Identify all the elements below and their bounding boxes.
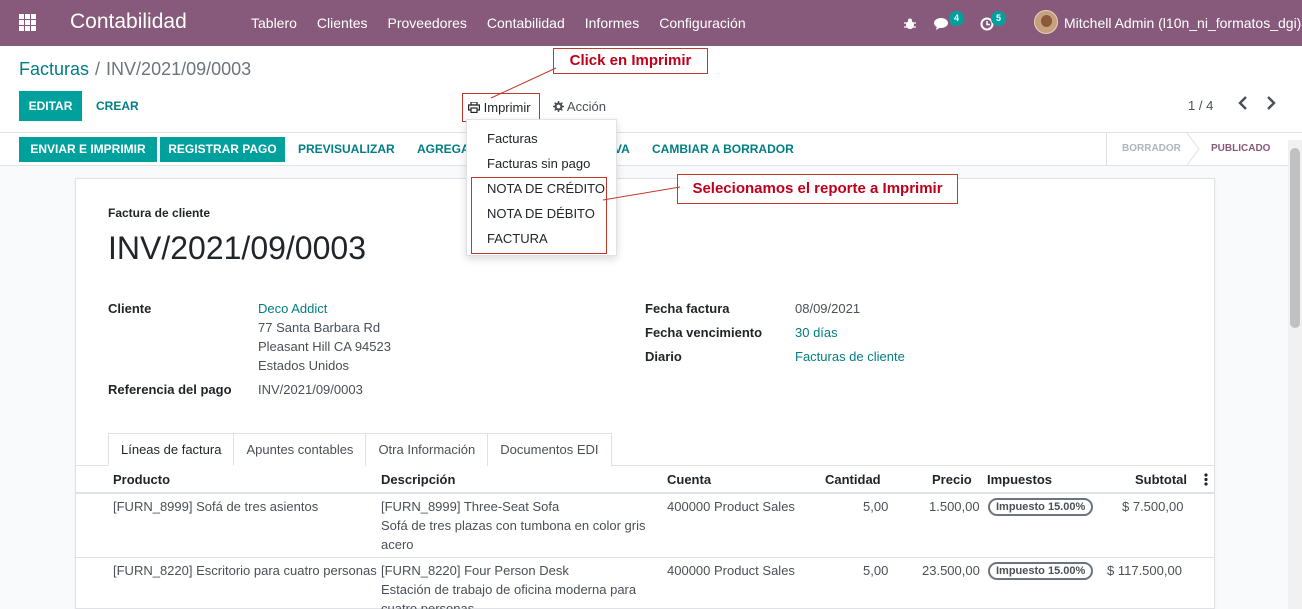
callout-click-print: Click en Imprimir — [553, 48, 708, 74]
menu-item-contabilidad[interactable]: Contabilidad — [477, 0, 575, 46]
state-posted: PUBLICADO — [1211, 143, 1271, 154]
breadcrumb: Facturas / INV/2021/09/0003 — [19, 59, 251, 80]
status-steps: BORRADOR PUBLICADO — [1106, 133, 1302, 165]
column-subtotal[interactable]: Subtotal — [1135, 472, 1187, 487]
user-menu[interactable]: Mitchell Admin (l10n_ni_formatos_dgi) — [1064, 0, 1301, 46]
scrollbar-thumb[interactable] — [1290, 148, 1300, 328]
column-quantity[interactable]: Cantidad — [825, 472, 881, 487]
row-price: 1.500,00 — [929, 499, 980, 514]
pager-value[interactable]: 1 / 4 — [1188, 98, 1213, 113]
row-account: 400000 Product Sales — [667, 563, 795, 578]
messages-count-badge: 4 — [949, 11, 964, 26]
customer-link[interactable]: Deco Addict — [258, 301, 327, 316]
row-subtotal: $ 117.500,00 — [1107, 563, 1182, 578]
breadcrumb-facturas-link[interactable]: Facturas — [19, 59, 89, 79]
column-account[interactable]: Cuenta — [667, 472, 711, 487]
reset-to-draft-button[interactable]: CAMBIAR A BORRADOR — [652, 137, 794, 162]
debug-icon[interactable] — [903, 0, 917, 46]
breadcrumb-separator: / — [95, 59, 101, 79]
activities-count-badge: 5 — [991, 11, 1006, 26]
menu-item-proveedores[interactable]: Proveedores — [378, 0, 477, 46]
action-button[interactable]: Acción — [553, 93, 606, 120]
column-product[interactable]: Producto — [113, 472, 170, 487]
send-and-print-button[interactable]: ENVIAR E IMPRIMIR — [19, 137, 157, 162]
table-row[interactable]: [FURN_8999] Sofá de tres asientos [FURN_… — [76, 494, 1214, 558]
row-description-line-2: Estación de trabajo de oficina moderna p… — [381, 582, 637, 597]
pager-previous-icon[interactable] — [1238, 96, 1248, 115]
action-button-label: Acción — [566, 99, 606, 114]
gear-icon — [553, 101, 564, 112]
user-avatar[interactable] — [1034, 10, 1058, 34]
customer-label: Cliente — [108, 301, 152, 316]
address-line-2: Pleasant Hill CA 94523 — [258, 339, 391, 354]
payment-terms-link[interactable]: 30 días — [795, 325, 838, 340]
column-description[interactable]: Descripción — [381, 472, 455, 487]
column-taxes[interactable]: Impuestos — [987, 472, 1052, 487]
payment-reference-label: Referencia del pago — [108, 382, 232, 397]
row-product: [FURN_8220] Escritorio para cuatro perso… — [113, 563, 377, 578]
row-subtotal: $ 7.500,00 — [1122, 499, 1184, 514]
app-name[interactable]: Contabilidad — [70, 10, 187, 34]
notebook-tabs: Líneas de factura Apuntes contables Otra… — [108, 433, 612, 466]
add-note-button[interactable]: AGREGA — [417, 137, 470, 162]
edit-button[interactable]: EDITAR — [19, 91, 82, 121]
preview-button[interactable]: PREVISUALIZAR — [298, 137, 395, 162]
row-description-line-1: [FURN_8220] Four Person Desk — [381, 563, 569, 578]
table-row[interactable]: [FURN_8220] Escritorio para cuatro perso… — [76, 558, 1214, 609]
invoice-type-label: Factura de cliente — [108, 206, 211, 220]
row-quantity: 5,00 — [863, 499, 889, 514]
invoice-number-title: INV/2021/09/0003 — [108, 230, 366, 266]
row-description-line-2: Sofá de tres plazas con tumbona en color… — [381, 518, 646, 533]
tab-other-info[interactable]: Otra Información — [365, 433, 489, 466]
register-payment-button[interactable]: REGISTRAR PAGO — [160, 137, 285, 162]
apps-menu-icon[interactable] — [19, 14, 36, 31]
main-menu: Tablero Clientes Proveedores Contabilida… — [241, 0, 756, 46]
print-option-facturas[interactable]: Facturas — [487, 131, 538, 146]
row-description-line-3: cuatro personas — [381, 601, 475, 609]
journal-link[interactable]: Facturas de cliente — [795, 349, 905, 364]
row-product: [FURN_8999] Sofá de tres asientos — [113, 499, 319, 514]
optional-columns-icon[interactable] — [1204, 472, 1208, 489]
pager-next-icon[interactable] — [1266, 96, 1276, 115]
report-options-highlight — [471, 177, 607, 254]
invoice-date-value: 08/09/2021 — [795, 301, 861, 316]
print-button-label: Imprimir — [483, 100, 531, 115]
printer-icon — [468, 101, 481, 114]
messages-icon[interactable] — [934, 0, 950, 46]
row-tax-tag: Impuesto 15.00% — [988, 498, 1094, 516]
row-description-line-1: [FURN_8999] Three-Seat Sofa — [381, 499, 560, 514]
row-account: 400000 Product Sales — [667, 499, 795, 514]
row-quantity: 5,00 — [863, 563, 889, 578]
row-description-line-3: acero — [381, 537, 414, 552]
row-price: 23.500,00 — [922, 563, 980, 578]
address-line-1: 77 Santa Barbara Rd — [258, 320, 381, 335]
due-date-label: Fecha vencimiento — [645, 325, 763, 340]
column-price[interactable]: Precio — [932, 472, 972, 487]
statusbar: ENVIAR E IMPRIMIR REGISTRAR PAGO PREVISU… — [0, 132, 1302, 166]
journal-label: Diario — [645, 349, 682, 364]
breadcrumb-current: INV/2021/09/0003 — [106, 59, 252, 79]
invoice-lines-header: Producto Descripción Cuenta Cantidad Pre… — [76, 466, 1214, 494]
print-option-facturas-sin-pago[interactable]: Facturas sin pago — [487, 156, 590, 171]
tab-journal-items[interactable]: Apuntes contables — [233, 433, 367, 466]
create-button[interactable]: CREAR — [96, 99, 139, 113]
tab-edi-documents[interactable]: Documentos EDI — [487, 433, 612, 466]
state-draft[interactable]: BORRADOR — [1122, 133, 1181, 165]
callout-select-report: Selecionamos el reporte a Imprimir — [677, 174, 958, 204]
menu-item-clientes[interactable]: Clientes — [307, 0, 378, 46]
payment-reference-value: INV/2021/09/0003 — [258, 382, 363, 397]
menu-item-informes[interactable]: Informes — [575, 0, 649, 46]
print-button[interactable]: Imprimir — [462, 93, 540, 122]
address-line-3: Estados Unidos — [258, 358, 350, 373]
row-tax-tag: Impuesto 15.00% — [988, 562, 1094, 580]
invoice-date-label: Fecha factura — [645, 301, 730, 316]
tab-invoice-lines[interactable]: Líneas de factura — [108, 433, 235, 466]
menu-item-tablero[interactable]: Tablero — [241, 0, 307, 46]
top-navbar: Contabilidad Tablero Clientes Proveedore… — [0, 0, 1302, 46]
menu-item-configuracion[interactable]: Configuración — [649, 0, 755, 46]
